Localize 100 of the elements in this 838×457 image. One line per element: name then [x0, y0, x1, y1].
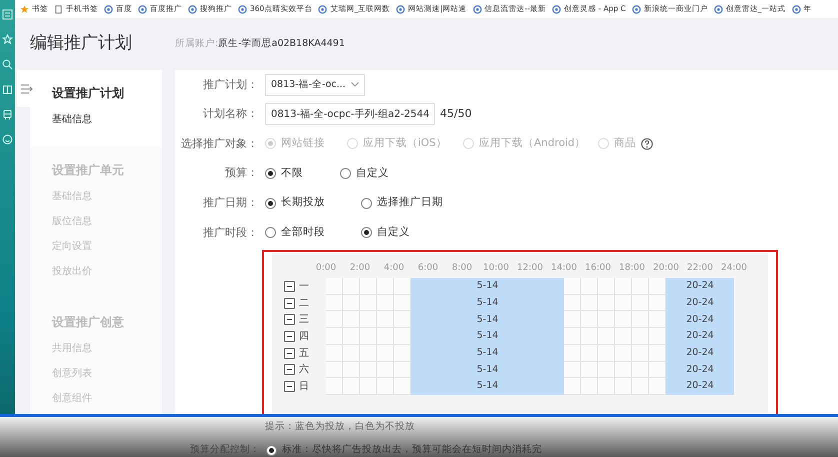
step-item[interactable]: 基础信息	[52, 112, 162, 127]
hour-cell[interactable]	[564, 362, 581, 378]
hour-cell[interactable]	[598, 378, 615, 395]
radio-button[interactable]	[265, 227, 276, 238]
hour-cell[interactable]	[343, 378, 360, 395]
hour-cell[interactable]	[377, 378, 394, 395]
radio-option[interactable]: 选择推广日期	[361, 195, 457, 212]
hour-cell[interactable]	[564, 344, 581, 362]
hour-cell[interactable]	[581, 378, 598, 395]
hour-cell[interactable]	[343, 344, 360, 362]
hour-cell[interactable]	[564, 378, 581, 395]
hour-cell[interactable]	[632, 344, 649, 362]
time-segment[interactable]: 20-24	[666, 378, 734, 395]
day-checkbox[interactable]	[284, 298, 295, 309]
radio-button[interactable]	[361, 198, 372, 209]
hour-cell[interactable]	[377, 278, 394, 295]
hour-cell[interactable]	[632, 294, 649, 312]
hour-cell[interactable]	[394, 344, 411, 362]
hour-cell[interactable]	[360, 328, 377, 345]
hour-cell[interactable]	[564, 311, 581, 328]
hour-cell[interactable]	[326, 378, 343, 395]
hour-cell[interactable]	[598, 344, 615, 362]
hour-cell[interactable]	[581, 311, 598, 328]
hour-cell[interactable]	[326, 311, 343, 328]
hour-cell[interactable]	[581, 362, 598, 378]
hour-cell[interactable]	[326, 278, 343, 295]
radio-option[interactable]: 自定义	[361, 224, 457, 241]
hour-cell[interactable]	[581, 294, 598, 312]
hour-cell[interactable]	[564, 294, 581, 312]
hour-cell[interactable]	[394, 362, 411, 378]
radio-option[interactable]: 全部时段	[265, 224, 361, 241]
hour-cell[interactable]	[581, 344, 598, 362]
hour-cell[interactable]	[394, 328, 411, 345]
hour-cell[interactable]	[615, 294, 632, 312]
time-segment[interactable]: 20-24	[666, 278, 734, 295]
hour-cell[interactable]	[360, 344, 377, 362]
hour-cell[interactable]	[360, 278, 377, 295]
hour-cell[interactable]	[343, 311, 360, 328]
radio-button[interactable]	[340, 168, 351, 180]
radio-button[interactable]	[361, 227, 372, 238]
time-segment[interactable]: 5-14	[411, 328, 564, 345]
hour-cell[interactable]	[326, 344, 343, 362]
hour-cell[interactable]	[394, 311, 411, 328]
hour-cell[interactable]	[632, 378, 649, 395]
hour-cell[interactable]	[649, 328, 666, 345]
hour-cell[interactable]	[326, 294, 343, 312]
hour-cell[interactable]	[615, 278, 632, 295]
radio-option[interactable]: 长期投放	[265, 195, 361, 212]
day-checkbox[interactable]	[284, 314, 295, 326]
hour-cell[interactable]	[615, 311, 632, 328]
hour-cell[interactable]	[377, 344, 394, 362]
time-segment[interactable]: 20-24	[666, 328, 734, 345]
time-segment[interactable]: 5-14	[411, 278, 564, 295]
hour-cell[interactable]	[343, 328, 360, 345]
day-checkbox[interactable]	[284, 330, 295, 342]
hour-cell[interactable]	[394, 294, 411, 312]
time-segment[interactable]: 5-14	[411, 344, 564, 362]
hour-cell[interactable]	[343, 294, 360, 312]
hour-cell[interactable]	[394, 278, 411, 295]
hour-cell[interactable]	[632, 311, 649, 328]
hour-cell[interactable]	[615, 378, 632, 395]
hour-cell[interactable]	[615, 344, 632, 362]
hour-cell[interactable]	[615, 362, 632, 378]
time-segment[interactable]: 5-14	[411, 362, 564, 378]
radio-button[interactable]	[265, 198, 276, 209]
hour-cell[interactable]	[564, 278, 581, 295]
hour-cell[interactable]	[326, 362, 343, 378]
plan-select[interactable]: 0813-福-全-oc...	[265, 74, 365, 96]
hour-cell[interactable]	[360, 311, 377, 328]
hour-cell[interactable]	[326, 328, 343, 345]
hour-cell[interactable]	[598, 311, 615, 328]
hour-cell[interactable]	[598, 278, 615, 295]
hour-cell[interactable]	[360, 378, 377, 395]
hour-cell[interactable]	[343, 362, 360, 378]
hour-cell[interactable]	[598, 294, 615, 312]
day-checkbox[interactable]	[284, 381, 295, 392]
hour-cell[interactable]	[632, 328, 649, 345]
hour-cell[interactable]	[343, 278, 360, 295]
time-segment[interactable]: 20-24	[666, 311, 734, 328]
hour-cell[interactable]	[632, 278, 649, 295]
hour-cell[interactable]	[615, 328, 632, 345]
radio-button[interactable]	[266, 444, 277, 456]
radio-option[interactable]: 不限	[265, 166, 340, 182]
hour-cell[interactable]	[377, 294, 394, 312]
hour-cell[interactable]	[360, 362, 377, 378]
time-segment[interactable]: 5-14	[411, 378, 564, 395]
hour-cell[interactable]	[632, 362, 649, 378]
radio-button[interactable]	[265, 168, 276, 180]
time-segment[interactable]: 5-14	[411, 311, 564, 328]
hour-cell[interactable]	[564, 328, 581, 345]
hour-cell[interactable]	[377, 362, 394, 378]
hour-cell[interactable]	[581, 328, 598, 345]
hour-cell[interactable]	[394, 378, 411, 395]
hour-cell[interactable]	[649, 294, 666, 312]
day-checkbox[interactable]	[284, 280, 295, 292]
hour-cell[interactable]	[649, 362, 666, 378]
day-checkbox[interactable]	[284, 348, 295, 359]
hour-cell[interactable]	[377, 311, 394, 328]
name-input-field[interactable]: 0813-福-全-ocpc-手列-组a2-2544	[265, 103, 435, 126]
hour-cell[interactable]	[649, 311, 666, 328]
